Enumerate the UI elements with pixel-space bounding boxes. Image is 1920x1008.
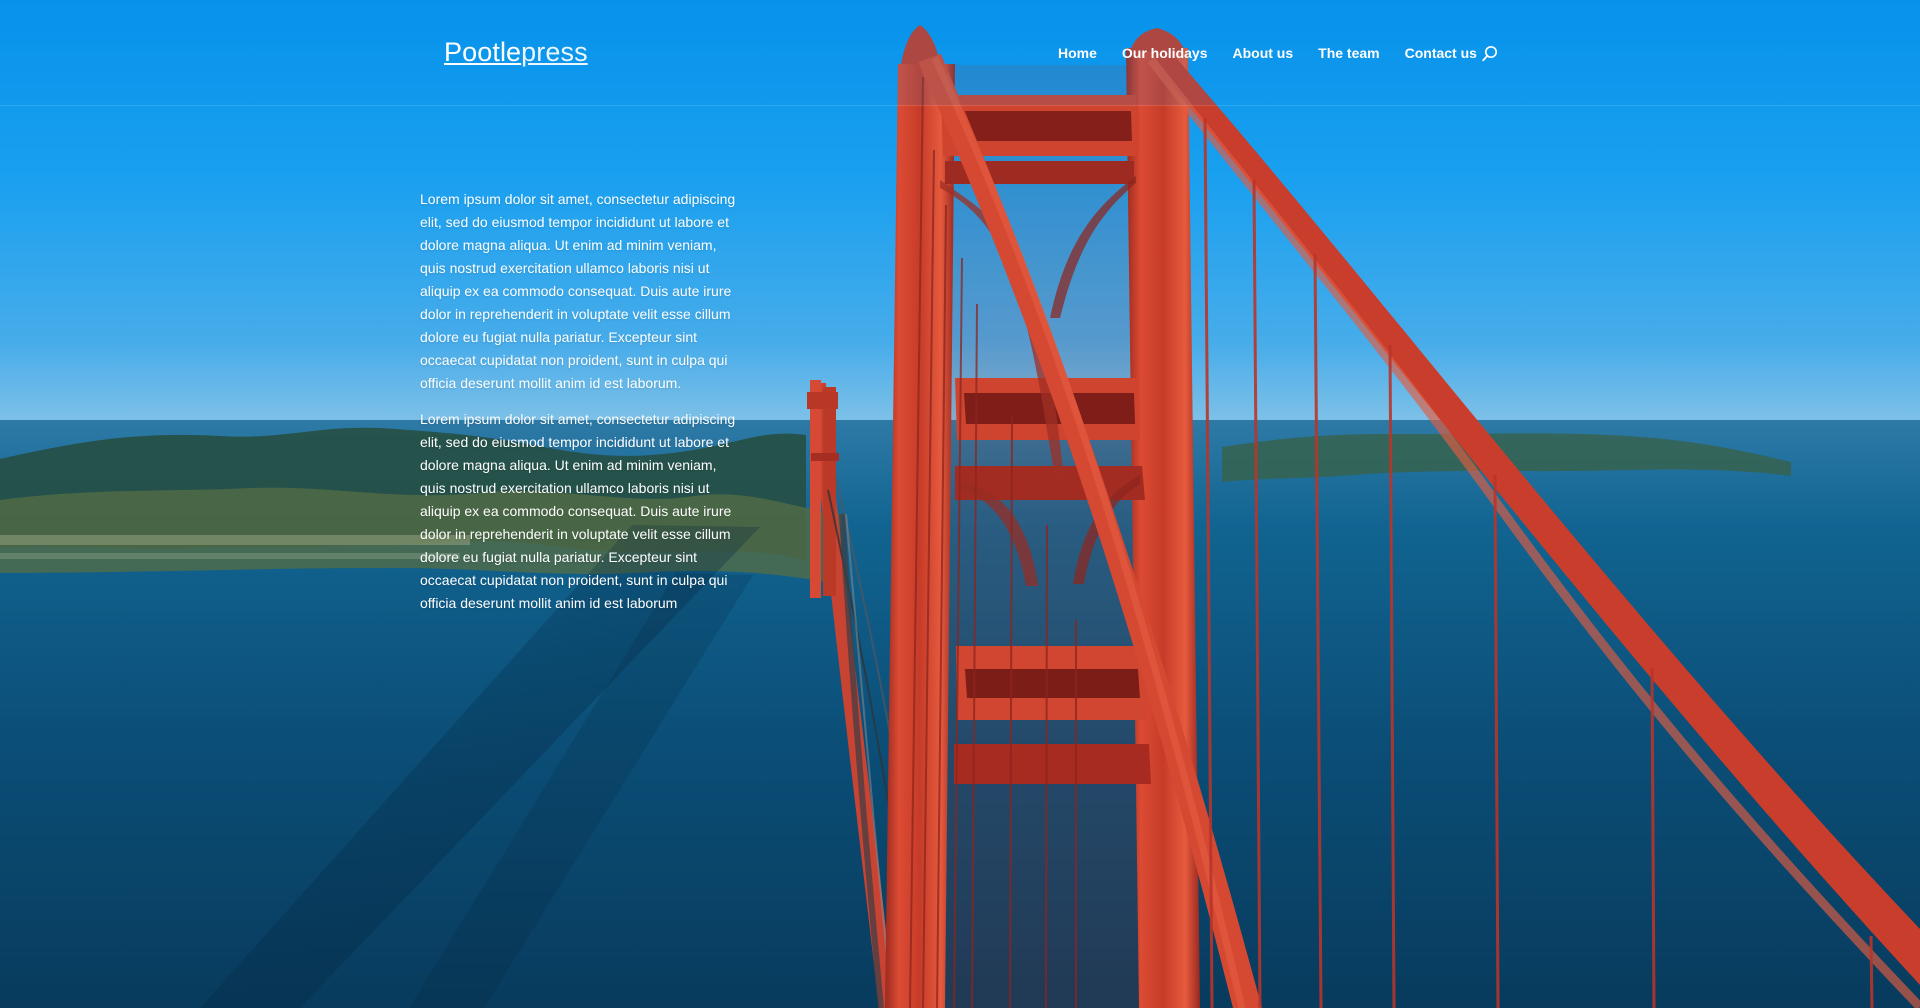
site-header: Pootlepress Home Our holidays About us T… bbox=[0, 0, 1920, 106]
site-logo-light-text: press bbox=[521, 37, 588, 67]
nav-the-team-link[interactable]: The team bbox=[1318, 43, 1379, 63]
hero-text-content: Lorem ipsum dolor sit amet, consectetur … bbox=[420, 188, 746, 628]
nav-contact-us-link[interactable]: Contact us bbox=[1405, 43, 1477, 63]
nav-about-us-link[interactable]: About us bbox=[1232, 43, 1293, 63]
golden-gate-bridge-background-image bbox=[0, 0, 1920, 1008]
primary-navigation: Home Our holidays About us The team Cont… bbox=[1058, 43, 1477, 63]
nav-home-link[interactable]: Home bbox=[1058, 43, 1097, 63]
search-icon[interactable] bbox=[1481, 45, 1499, 63]
hero-paragraph-2: Lorem ipsum dolor sit amet, consectetur … bbox=[420, 411, 736, 611]
site-logo-link[interactable]: Pootlepress bbox=[444, 34, 588, 70]
hero-paragraph-1: Lorem ipsum dolor sit amet, consectetur … bbox=[420, 191, 736, 391]
site-logo-strong-text: Pootle bbox=[444, 37, 522, 67]
nav-our-holidays-link[interactable]: Our holidays bbox=[1122, 43, 1208, 63]
homepage: Pootlepress Home Our holidays About us T… bbox=[0, 0, 1920, 1008]
